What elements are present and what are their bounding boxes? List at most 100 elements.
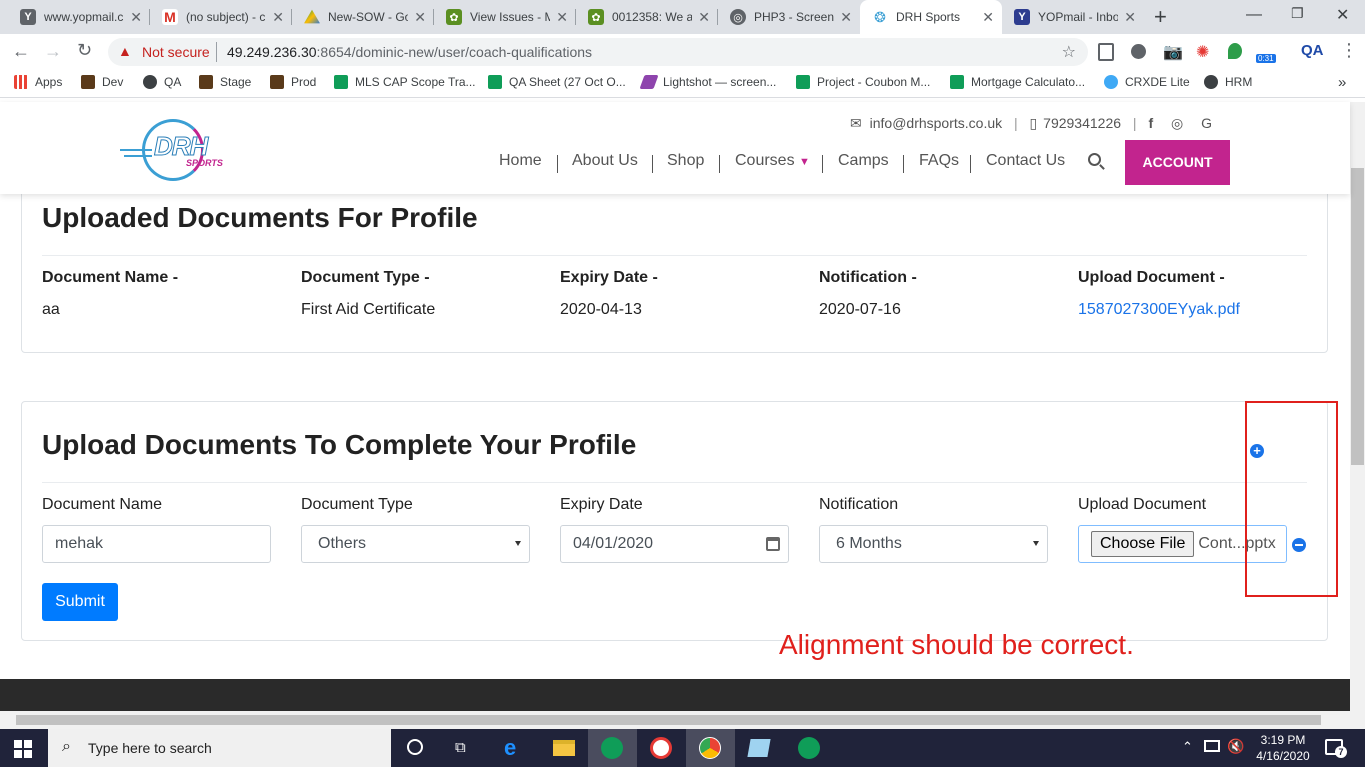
browser-tab[interactable]: New-SOW - Go ✕ bbox=[292, 0, 434, 34]
task-view-icon[interactable]: ⧉ bbox=[455, 739, 466, 756]
nav-camps[interactable]: Camps bbox=[838, 152, 889, 170]
bookmark-stage[interactable]: Stage bbox=[199, 75, 251, 89]
footer bbox=[0, 679, 1350, 711]
extension-timer-icon[interactable]: 0:31 bbox=[1256, 44, 1278, 66]
drh-logo[interactable]: DRH SPORTS bbox=[120, 119, 246, 181]
notepad-icon[interactable] bbox=[747, 739, 771, 757]
windows-start-icon[interactable] bbox=[14, 740, 32, 758]
volume-muted-icon[interactable]: 🔇 bbox=[1227, 738, 1244, 755]
browser-tab[interactable]: ✿ 0012358: We a ✕ bbox=[576, 0, 718, 34]
email-link[interactable]: info@drhsports.co.uk bbox=[870, 115, 1003, 131]
cell-document-name: aa bbox=[42, 301, 60, 318]
taskbar-app-hangouts[interactable] bbox=[588, 729, 637, 767]
close-tab-icon[interactable]: ✕ bbox=[840, 9, 852, 26]
qa-extension-icon[interactable]: QA bbox=[1301, 42, 1324, 59]
nav-faqs[interactable]: FAQs bbox=[919, 152, 959, 170]
close-tab-icon[interactable]: ✕ bbox=[272, 9, 284, 26]
browser-tab[interactable]: ✿ View Issues - M ✕ bbox=[434, 0, 576, 34]
vertical-scrollbar[interactable] bbox=[1350, 102, 1365, 711]
calendar-icon[interactable] bbox=[766, 537, 780, 551]
account-button[interactable]: ACCOUNT bbox=[1125, 140, 1230, 185]
close-tab-icon[interactable]: ✕ bbox=[982, 9, 994, 26]
close-tab-icon[interactable]: ✕ bbox=[414, 9, 426, 26]
phone-link[interactable]: 7929341226 bbox=[1043, 115, 1121, 131]
bookmark-mls[interactable]: MLS CAP Scope Tra... bbox=[334, 75, 476, 89]
close-tab-icon[interactable]: ✕ bbox=[556, 9, 568, 26]
bookmark-crxde[interactable]: CRXDE Lite bbox=[1104, 75, 1190, 89]
checklist-icon[interactable] bbox=[650, 737, 672, 759]
chevron-up-icon[interactable]: ⌃ bbox=[1182, 739, 1193, 755]
nav-about-us[interactable]: About Us bbox=[572, 152, 638, 170]
network-icon[interactable] bbox=[1204, 740, 1220, 752]
close-tab-icon[interactable]: ✕ bbox=[130, 9, 142, 26]
feather-icon bbox=[639, 75, 659, 89]
globe-icon bbox=[143, 75, 157, 89]
security-label[interactable]: Not secure bbox=[142, 44, 210, 60]
nav-home[interactable]: Home bbox=[499, 152, 542, 170]
instagram-icon[interactable]: ◎ bbox=[1171, 115, 1183, 131]
bookmark-lightshot[interactable]: Lightshot — screen... bbox=[639, 75, 776, 89]
google-icon[interactable]: G bbox=[1201, 115, 1212, 131]
nav-courses[interactable]: Courses ▼ bbox=[735, 152, 810, 170]
address-bar[interactable]: ▲ Not secure 49.249.236.30:8654/dominic-… bbox=[108, 38, 1088, 66]
bookmark-hrm[interactable]: HRM bbox=[1204, 75, 1252, 89]
bookmark-icon bbox=[81, 75, 95, 89]
bookmarks-more[interactable]: » bbox=[1338, 74, 1346, 91]
expiry-date-input[interactable]: 04/01/2020 bbox=[560, 525, 789, 563]
chevron-down-icon bbox=[515, 541, 521, 546]
close-tab-icon[interactable]: ✕ bbox=[698, 9, 710, 26]
browser-tab-active[interactable]: ❂ DRH Sports ✕ bbox=[860, 0, 1002, 34]
horizontal-scrollbar[interactable] bbox=[0, 711, 1365, 729]
star-icon[interactable]: ☆ bbox=[1062, 42, 1076, 62]
bookmark-prod[interactable]: Prod bbox=[270, 75, 316, 89]
minimize-icon[interactable]: — bbox=[1246, 6, 1262, 24]
contact-info: ✉ info@drhsports.co.uk | ▯ 7929341226 | … bbox=[850, 115, 1213, 131]
header-notification: Notification - bbox=[819, 269, 917, 286]
bookmark-dev[interactable]: Dev bbox=[81, 75, 123, 89]
reload-icon[interactable]: ↻ bbox=[77, 40, 92, 61]
browser-tab[interactable]: Y www.yopmail.c ✕ bbox=[8, 0, 150, 34]
browser-tab[interactable]: ◎ PHP3 - Screen ✕ bbox=[718, 0, 860, 34]
bookmark-qa[interactable]: QA bbox=[143, 75, 181, 89]
taskbar-search-box[interactable]: ⌕ Type here to search bbox=[48, 729, 391, 767]
forward-icon[interactable]: → bbox=[44, 41, 62, 62]
bookmark-mortgage[interactable]: Mortgage Calculato... bbox=[950, 75, 1085, 89]
cortana-icon[interactable] bbox=[407, 739, 423, 755]
gmail-icon: M bbox=[162, 9, 178, 25]
menu-icon[interactable]: ⋮ bbox=[1340, 40, 1358, 61]
camera-icon[interactable]: 📷 bbox=[1163, 42, 1183, 62]
choose-file-button[interactable]: Choose File bbox=[1091, 531, 1195, 557]
submit-button[interactable]: Submit bbox=[42, 583, 118, 621]
extension-flower-icon[interactable]: ✺ bbox=[1196, 42, 1209, 62]
search-icon: ⌕ bbox=[62, 738, 71, 755]
url[interactable]: 49.249.236.30:8654/dominic-new/user/coac… bbox=[227, 44, 592, 60]
system-clock[interactable]: 3:19 PM 4/16/2020 bbox=[1255, 732, 1311, 764]
notification-select[interactable]: 6 Months bbox=[819, 525, 1048, 563]
facebook-icon[interactable]: f bbox=[1148, 115, 1153, 131]
edge-icon[interactable]: e bbox=[504, 735, 516, 761]
bookmark-project[interactable]: Project - Coubon M... bbox=[796, 75, 930, 89]
nav-contact-us[interactable]: Contact Us bbox=[986, 152, 1065, 170]
bookmark-qa-sheet[interactable]: QA Sheet (27 Oct O... bbox=[488, 75, 626, 89]
document-type-select[interactable]: Others bbox=[301, 525, 530, 563]
horizontal-scroll-thumb[interactable] bbox=[16, 715, 1321, 725]
file-explorer-icon[interactable] bbox=[553, 740, 575, 756]
extension-doc-icon[interactable] bbox=[1098, 43, 1114, 61]
document-name-input[interactable]: mehak bbox=[42, 525, 271, 563]
close-window-icon[interactable]: ✕ bbox=[1336, 5, 1349, 25]
nav-shop[interactable]: Shop bbox=[667, 152, 704, 170]
taskbar-app-chrome[interactable] bbox=[686, 729, 735, 767]
document-link[interactable]: 1587027300EYyak.pdf bbox=[1078, 301, 1240, 319]
browser-tab[interactable]: M (no subject) - c ✕ bbox=[150, 0, 292, 34]
restore-icon[interactable]: ❐ bbox=[1291, 5, 1304, 22]
close-tab-icon[interactable]: ✕ bbox=[1124, 9, 1136, 26]
extension-circle-icon[interactable] bbox=[1131, 44, 1146, 59]
bookmark-apps[interactable]: Apps bbox=[14, 75, 62, 89]
back-icon[interactable]: ← bbox=[12, 41, 30, 62]
new-tab-button[interactable]: + bbox=[1154, 4, 1167, 30]
vertical-scroll-thumb[interactable] bbox=[1351, 168, 1364, 465]
hangouts-icon[interactable] bbox=[798, 737, 820, 759]
browser-tab[interactable]: Y YOPmail - Inbo ✕ bbox=[1002, 0, 1144, 34]
notification-icon[interactable]: 7 bbox=[1325, 739, 1347, 758]
extension-leaf-icon[interactable] bbox=[1228, 43, 1242, 59]
